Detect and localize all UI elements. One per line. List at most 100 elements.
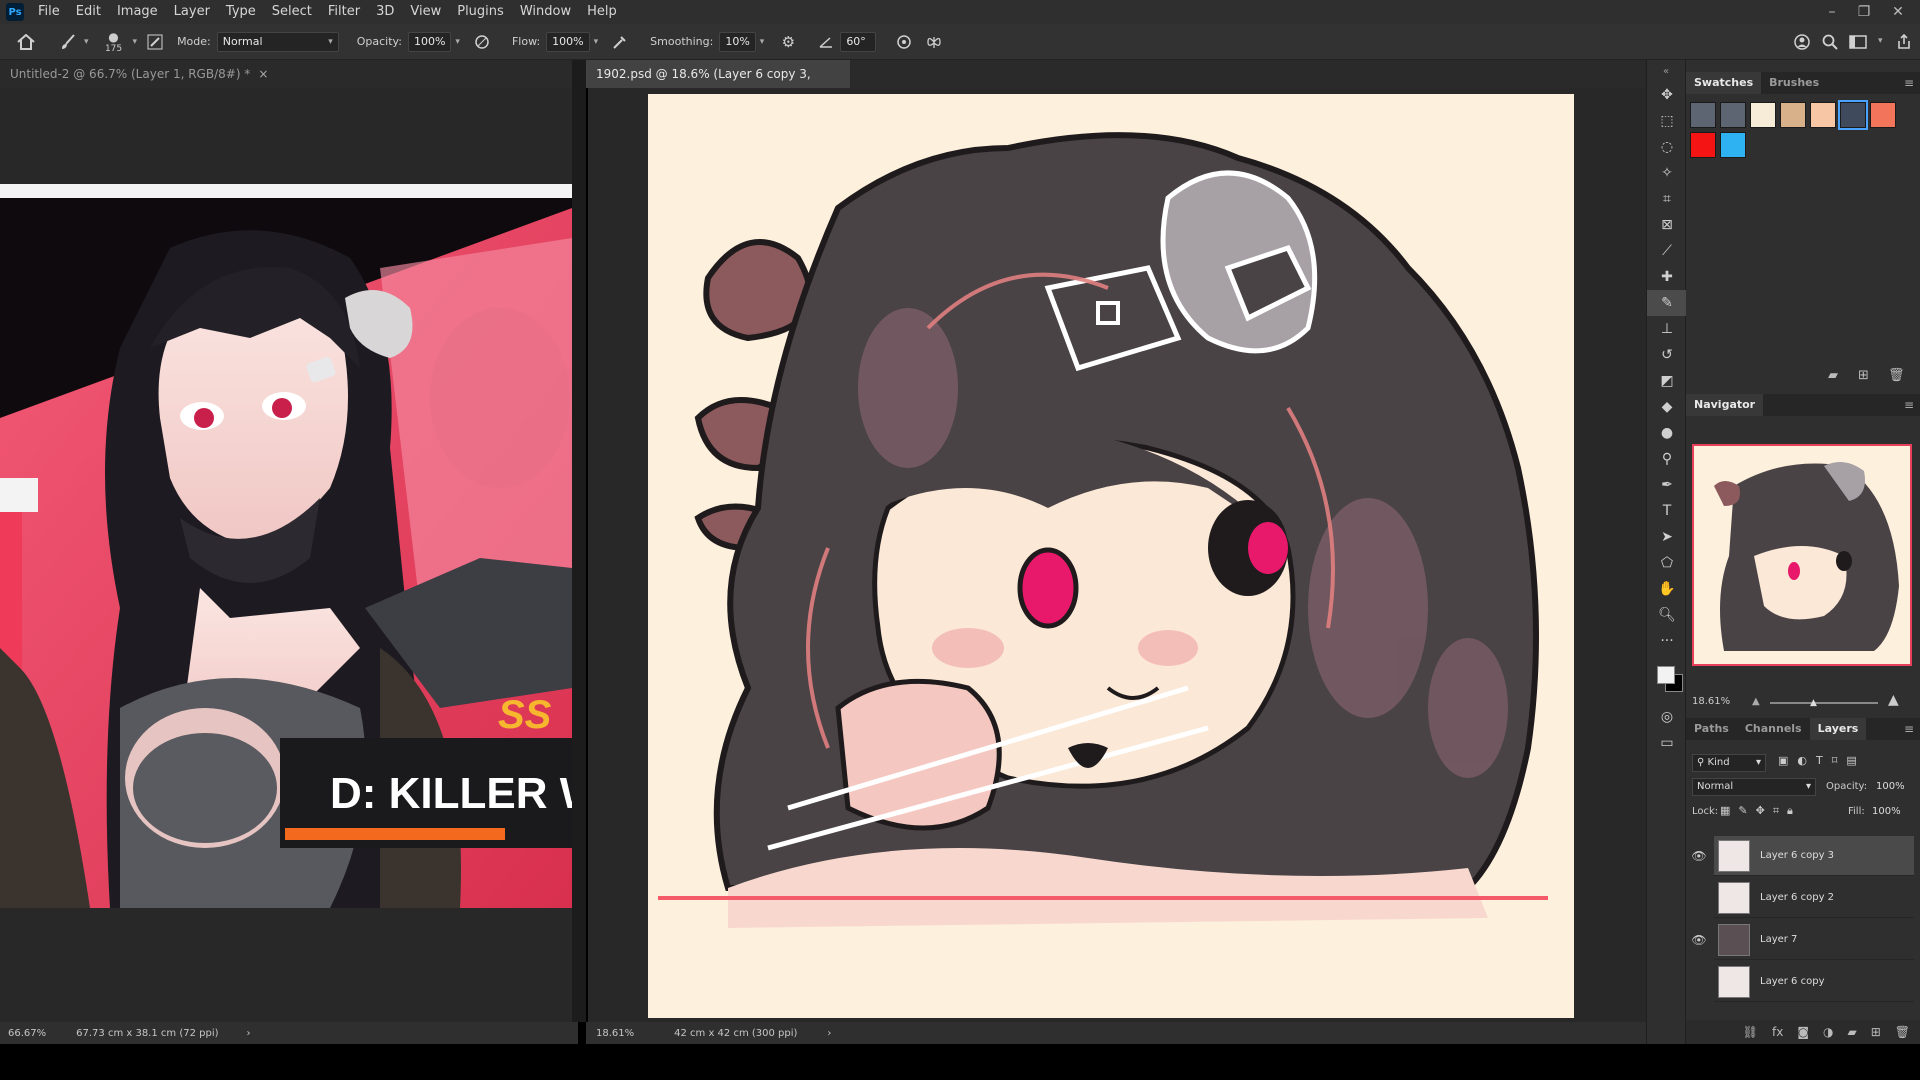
frame-tool-icon[interactable]: ⊠	[1647, 212, 1687, 238]
history-brush-tool-icon[interactable]: ↺	[1647, 342, 1687, 368]
canvas-left[interactable]: D: KILLER WIFE SS	[0, 88, 670, 1022]
collapse-icon[interactable]: «	[1647, 60, 1685, 82]
layer-filter-select[interactable]: ⚲ Kind ▾	[1692, 754, 1766, 772]
tab-untitled-2[interactable]: Untitled-2 @ 66.7% (Layer 1, RGB/8#) * ×	[0, 60, 278, 88]
navigator-slider-thumb[interactable]: ▲	[1810, 698, 1817, 708]
lasso-tool-icon[interactable]: ◌	[1647, 134, 1687, 160]
shape-tool-icon[interactable]: ⬠	[1647, 550, 1687, 576]
adjustment-layer-icon[interactable]: ◑	[1823, 1025, 1833, 1039]
zoom-in-icon[interactable]: ▲	[1888, 692, 1899, 708]
angle-input[interactable]: 60°	[840, 31, 877, 52]
paint-bucket-tool-icon[interactable]: ◆	[1647, 394, 1687, 420]
magic-wand-tool-icon[interactable]: ✧	[1647, 160, 1687, 186]
flow-slider-caret-icon[interactable]: ▾	[594, 37, 599, 47]
screen-mode-icon[interactable]: ▭	[1647, 730, 1687, 756]
menu-filter[interactable]: Filter	[320, 0, 368, 24]
panel-menu-icon[interactable]: ≡	[1904, 76, 1914, 90]
swatch-8[interactable]	[1690, 132, 1716, 158]
canvas-right[interactable]	[588, 88, 1646, 1022]
navigator-zoom-value[interactable]: 18.61%	[1692, 696, 1730, 707]
layer-filter-buttons[interactable]: ▣◐T⌑▤	[1778, 754, 1866, 767]
layer-row-layer-6-copy[interactable]: Layer 6 copy	[1714, 962, 1914, 1002]
brush-settings-icon[interactable]	[143, 30, 167, 54]
fx-icon[interactable]: fx	[1772, 1025, 1783, 1039]
mode-select[interactable]: Normal ▾	[216, 31, 339, 52]
menu-view[interactable]: View	[402, 0, 449, 24]
close-icon[interactable]: ×	[258, 67, 268, 81]
swatch-2[interactable]	[1720, 102, 1746, 128]
tab-channels[interactable]: Channels	[1737, 718, 1810, 740]
menu-image[interactable]: Image	[109, 0, 166, 24]
marquee-tool-icon[interactable]: ⬚	[1647, 108, 1687, 134]
tab-brushes[interactable]: Brushes	[1761, 72, 1827, 94]
export-share-icon[interactable]	[1892, 30, 1916, 54]
swatch-7[interactable]	[1870, 102, 1896, 128]
zoom-out-icon[interactable]: ▲	[1752, 696, 1760, 707]
smoothing-slider-caret-icon[interactable]: ▾	[760, 37, 765, 47]
menu-file[interactable]: File	[30, 0, 68, 24]
new-layer-icon[interactable]: ⊞	[1871, 1025, 1881, 1039]
menu-layer[interactable]: Layer	[166, 0, 218, 24]
restore-icon[interactable]: ❐	[1848, 0, 1880, 24]
swatch-4[interactable]	[1780, 102, 1806, 128]
swatch-6-selected[interactable]	[1838, 100, 1868, 130]
pressure-size-icon[interactable]	[892, 30, 916, 54]
pen-tool-icon[interactable]: ✒	[1647, 472, 1687, 498]
share-cloud-icon[interactable]	[1790, 30, 1814, 54]
trash-icon[interactable]: 🗑︎	[1888, 368, 1905, 383]
blend-mode-select[interactable]: Normal ▾	[1692, 778, 1816, 796]
navigator-zoom-slider[interactable]	[1770, 702, 1878, 704]
close-window-icon[interactable]: ✕	[1882, 0, 1914, 24]
smoothing-input[interactable]: 10%	[719, 31, 756, 52]
panel-menu-icon[interactable]: ≡	[1904, 398, 1914, 412]
brush-tool-icon[interactable]	[56, 30, 80, 54]
new-group-icon[interactable]: ▰	[1847, 1025, 1856, 1039]
home-icon[interactable]	[14, 30, 38, 54]
layer-row-layer-6-copy-3[interactable]: Layer 6 copy 3	[1714, 836, 1914, 876]
move-tool-icon[interactable]: ✥	[1647, 82, 1687, 108]
brush-tool-icon[interactable]: ✎	[1647, 290, 1687, 316]
brush-size-preview[interactable]: ● 175	[99, 30, 129, 54]
quick-mask-icon[interactable]: ◎	[1647, 704, 1687, 730]
tool-preset-caret-icon[interactable]: ▾	[84, 37, 89, 47]
symmetry-butterfly-icon[interactable]	[922, 30, 946, 54]
eraser-tool-icon[interactable]: ◩	[1647, 368, 1687, 394]
healing-brush-tool-icon[interactable]: ✚	[1647, 264, 1687, 290]
gear-icon[interactable]: ⚙	[776, 30, 800, 54]
airbrush-icon[interactable]	[608, 30, 632, 54]
fill-value[interactable]: 100%	[1872, 806, 1901, 817]
swatch-3[interactable]	[1750, 102, 1776, 128]
swatch-1[interactable]	[1690, 102, 1716, 128]
tab-layers[interactable]: Layers	[1809, 718, 1867, 740]
layer-opacity-value[interactable]: 100%	[1876, 781, 1905, 792]
path-selection-tool-icon[interactable]: ➤	[1647, 524, 1687, 550]
photoshop-logo-icon[interactable]: Ps	[6, 3, 24, 21]
zoom-level[interactable]: 18.61%	[596, 1028, 634, 1039]
search-icon[interactable]	[1818, 30, 1842, 54]
layer-visibility-eye-icon[interactable]: 👁︎	[1686, 920, 1712, 960]
lock-options-icons[interactable]: ▦✎✥⌗🔒︎	[1720, 804, 1801, 818]
hand-tool-icon[interactable]: ✋	[1647, 576, 1687, 602]
layer-visibility-empty[interactable]	[1686, 962, 1712, 1002]
chevron-right-icon[interactable]: ›	[827, 1028, 831, 1039]
flow-input[interactable]: 100%	[546, 31, 590, 52]
menu-window[interactable]: Window	[512, 0, 579, 24]
foreground-color-swatch[interactable]	[1657, 666, 1675, 684]
menu-select[interactable]: Select	[264, 0, 320, 24]
menu-3d[interactable]: 3D	[368, 0, 402, 24]
tab-paths[interactable]: Paths	[1686, 718, 1737, 740]
new-group-icon[interactable]: ▰	[1828, 368, 1838, 383]
menu-type[interactable]: Type	[218, 0, 264, 24]
layer-visibility-eye-icon[interactable]: 👁︎	[1686, 836, 1712, 876]
color-picker[interactable]	[1647, 654, 1685, 704]
chevron-right-icon[interactable]: ›	[247, 1028, 251, 1039]
layer-row-layer-6-copy-2[interactable]: Layer 6 copy 2	[1714, 878, 1914, 918]
tab-swatches[interactable]: Swatches	[1686, 72, 1762, 94]
blur-tool-icon[interactable]: ●	[1647, 420, 1687, 446]
trash-icon[interactable]: 🗑︎	[1895, 1025, 1910, 1039]
panel-menu-icon[interactable]: ≡	[1904, 722, 1914, 736]
zoom-level[interactable]: 66.67%	[8, 1028, 46, 1039]
crop-tool-icon[interactable]: ⌗	[1647, 186, 1687, 212]
navigator-preview[interactable]	[1692, 444, 1912, 666]
menu-plugins[interactable]: Plugins	[449, 0, 512, 24]
